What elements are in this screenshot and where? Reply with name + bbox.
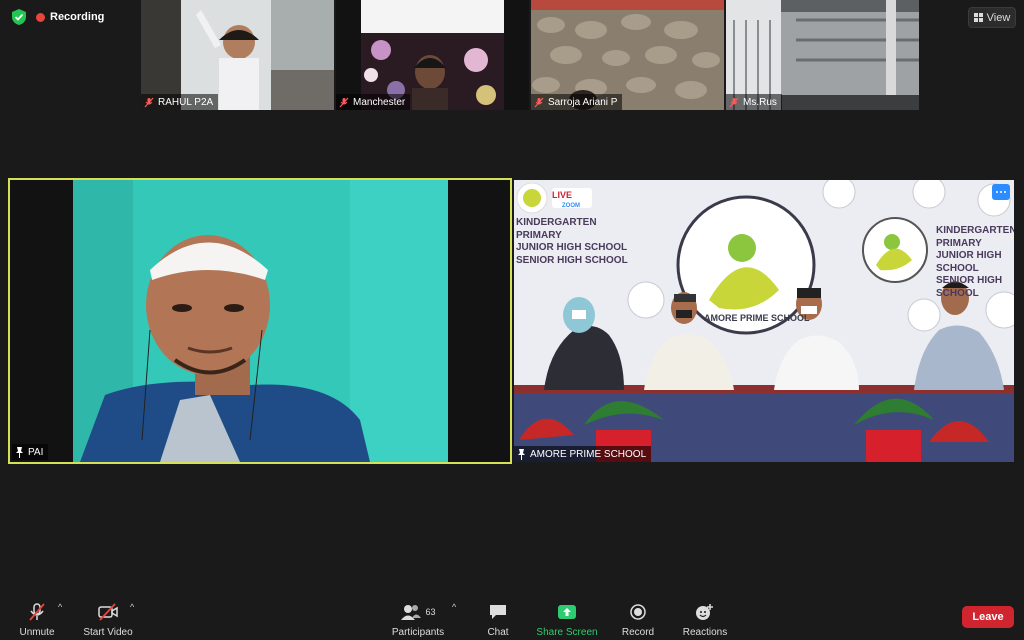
start-video-button[interactable]: Start Video (80, 600, 136, 638)
participant-name: Manchester (353, 96, 406, 108)
record-label: Record (621, 627, 655, 638)
share-screen-label: Share Screen (536, 627, 598, 638)
participant-name-tag: AMORE PRIME SCHOOL (514, 446, 652, 462)
participant-name: AMORE PRIME SCHOOL (530, 448, 647, 460)
active-speaker-video-pai[interactable]: PAI (8, 178, 512, 464)
participant-name: RAHUL P2A (158, 96, 214, 108)
more-options-button[interactable] (992, 184, 1010, 200)
banner-levels-left: KINDERGARTEN PRIMARY JUNIOR HIGH SCHOOL … (516, 217, 628, 266)
reactions-smiley-icon (695, 602, 715, 622)
meeting-toolbar: Unmute ^ Start Video ^ 63 Participants ^ (0, 598, 1024, 640)
participant-video-manchester[interactable]: Manchester (336, 0, 529, 110)
participant-name-tag: RAHUL P2A (141, 94, 219, 110)
share-screen-button[interactable]: Share Screen (534, 600, 600, 638)
participant-name-tag: Manchester (336, 94, 411, 110)
mic-muted-icon (144, 97, 154, 108)
participant-name-tag: Sarroja Ariani P (531, 94, 623, 110)
chat-label: Chat (487, 627, 509, 638)
mic-muted-icon (27, 602, 47, 622)
share-screen-icon (557, 602, 577, 622)
chat-icon (488, 602, 508, 622)
view-button[interactable]: View (968, 7, 1016, 28)
grid-view-icon (973, 13, 983, 22)
participants-icon (401, 605, 422, 620)
pin-icon (15, 446, 24, 458)
audio-options-chevron-icon[interactable]: ^ (58, 602, 62, 612)
mic-muted-icon (339, 97, 349, 108)
security-shield-icon[interactable] (10, 8, 28, 26)
mic-muted-icon (534, 97, 544, 108)
video-off-icon (97, 602, 119, 622)
participant-name: Sarroja Ariani P (548, 96, 618, 108)
record-button[interactable]: Record (616, 600, 660, 638)
participant-name: PAI (28, 446, 44, 458)
recording-label: Recording (50, 11, 105, 23)
participant-video-sarroja[interactable]: Sarroja Ariani P (531, 0, 724, 110)
mic-muted-icon (729, 97, 739, 108)
unmute-button[interactable]: Unmute (14, 600, 60, 638)
participants-label: Participants (391, 627, 445, 638)
record-icon (629, 602, 647, 622)
view-label: View (986, 11, 1011, 24)
participants-count: 63 (425, 607, 436, 617)
participant-name-tag: Ms.Rus (726, 94, 782, 110)
participant-video-amore-prime-school[interactable]: LIVE ZOOM KINDERGARTEN PRIMARY JUNIOR HI… (514, 180, 1014, 462)
school-logo-text: AMORE PRIME SCHOOL (704, 313, 810, 323)
participant-name-tag: PAI (12, 444, 49, 460)
participant-name: Ms.Rus (743, 96, 777, 108)
participants-options-chevron-icon[interactable]: ^ (452, 602, 456, 612)
banner-levels-right: KINDERGARTEN PRIMARY JUNIOR HIGH SCHOOL … (936, 225, 1014, 299)
recording-indicator[interactable]: Recording (36, 8, 104, 26)
chat-button[interactable]: Chat (478, 600, 518, 638)
reactions-label: Reactions (682, 627, 728, 638)
unmute-label: Unmute (19, 627, 55, 638)
live-badge-sub: ZOOM (562, 203, 580, 209)
video-options-chevron-icon[interactable]: ^ (130, 602, 134, 612)
recording-dot-icon (36, 12, 45, 22)
participant-video-msrus[interactable]: Ms.Rus (726, 0, 919, 110)
leave-meeting-button[interactable]: Leave (962, 606, 1014, 628)
participants-button[interactable]: 63 Participants (388, 600, 448, 638)
pin-icon (517, 448, 526, 460)
participant-video-rahul[interactable]: RAHUL P2A (141, 0, 334, 110)
start-video-label: Start Video (83, 627, 133, 638)
video-frame-image (10, 180, 510, 462)
reactions-button[interactable]: Reactions (678, 600, 732, 638)
